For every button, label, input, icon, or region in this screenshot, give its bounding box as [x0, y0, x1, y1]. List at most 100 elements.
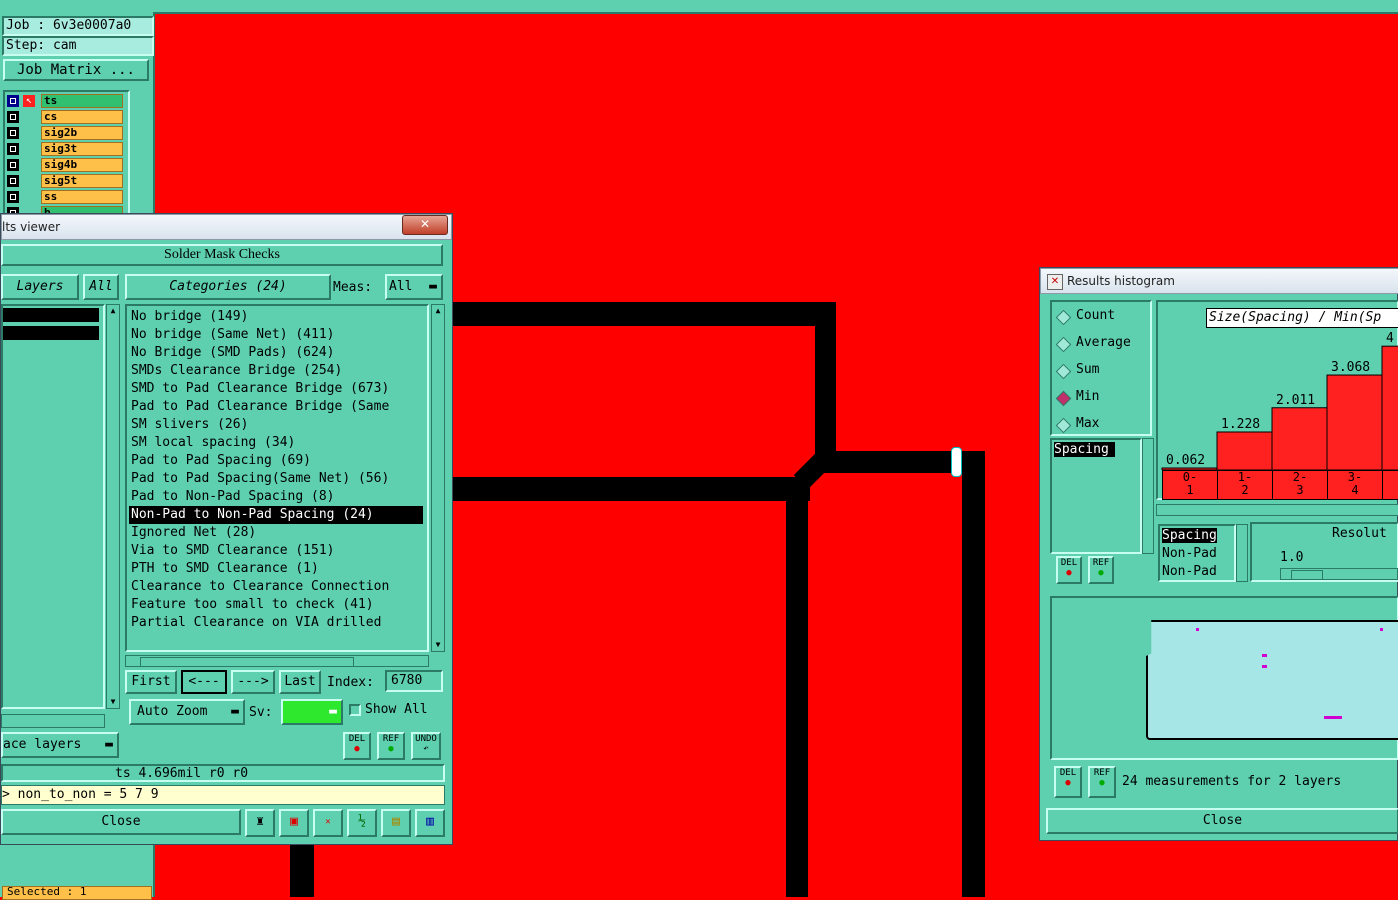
radio-icon[interactable] — [1055, 336, 1072, 353]
auto-zoom-dropdown[interactable]: Auto Zoom ▬ — [129, 699, 245, 725]
scroll-down-icon[interactable]: ▼ — [433, 640, 443, 650]
category-item[interactable]: Pad to Pad Clearance Bridge (Same — [131, 398, 389, 416]
mode-option-max[interactable]: Max — [1055, 416, 1148, 434]
meas-dropdown[interactable]: All ▬ — [385, 274, 443, 300]
category-item[interactable]: Ignored Net (28) — [131, 524, 256, 542]
layer-row-sig4b[interactable]: sig4b — [7, 158, 125, 173]
category-item[interactable]: Pad to Pad Spacing(Same Net) (56) — [131, 470, 389, 488]
categories-hscrollbar[interactable] — [125, 655, 429, 667]
layer-row-ts[interactable]: ↖ ts — [7, 94, 125, 109]
layers-hscrollbar[interactable] — [1, 714, 105, 728]
report-icon[interactable]: ▣ — [279, 809, 309, 837]
category-item[interactable]: No Bridge (SMD Pads) (624) — [131, 344, 335, 362]
layer-row-ss[interactable]: ss — [7, 190, 125, 205]
error-marker[interactable] — [1262, 654, 1264, 668]
show-all-checkbox[interactable] — [349, 704, 361, 716]
category-item[interactable]: SMDs Clearance Bridge (254) — [131, 362, 342, 380]
notes-icon[interactable]: ▤ — [381, 809, 411, 837]
radio-icon[interactable] — [1055, 390, 1072, 407]
layer-row-sig5t[interactable]: sig5t — [7, 174, 125, 189]
numbered-icon[interactable]: ½ — [347, 809, 377, 837]
ref-button[interactable]: REF ● — [377, 732, 405, 760]
category-item[interactable]: Clearance to Clearance Connection — [131, 578, 389, 596]
radio-icon[interactable] — [1055, 417, 1072, 434]
parameter-list[interactable]: Spacing Non-Pad Non-Pad — [1158, 524, 1236, 582]
layer-row-sig2b[interactable]: sig2b — [7, 126, 125, 141]
category-item[interactable]: No bridge (149) — [131, 308, 248, 326]
parameter-vscrollbar[interactable] — [1142, 438, 1154, 554]
category-item[interactable]: SM slivers (26) — [131, 416, 248, 434]
hist-del-button[interactable]: DEL ● — [1056, 556, 1082, 584]
del-button[interactable]: DEL ● — [343, 732, 371, 760]
layer-checkbox[interactable] — [7, 175, 19, 187]
scroll-down-icon[interactable]: ▼ — [108, 697, 118, 707]
layer-checkbox[interactable] — [7, 143, 19, 155]
layer-selected-row[interactable] — [3, 308, 99, 322]
hist-ref-button[interactable]: REF ● — [1088, 556, 1114, 584]
histogram-close-button[interactable]: Close — [1046, 808, 1398, 834]
categories-vscrollbar[interactable]: ▲ ▼ — [431, 304, 445, 652]
slider-thumb[interactable] — [1291, 570, 1323, 580]
layers-tab[interactable]: Layers — [1, 274, 79, 300]
category-item[interactable]: Via to SMD Clearance (151) — [131, 542, 335, 560]
layer-checkbox[interactable] — [7, 111, 19, 123]
histogram-icon[interactable]: ▥ — [415, 809, 445, 837]
scroll-up-icon[interactable]: ▲ — [108, 306, 118, 316]
plot-hscrollbar[interactable] — [1156, 504, 1398, 516]
results-viewer-titlebar[interactable]: lts viewer ✕ — [1, 214, 452, 240]
mode-option-sum[interactable]: Sum — [1055, 362, 1148, 380]
histogram-titlebar[interactable]: ✕ Results histogram — [1040, 268, 1398, 294]
hist-del-button-2[interactable]: DEL ● — [1054, 766, 1082, 798]
prev-button[interactable]: <--- — [181, 670, 227, 694]
resolution-slider[interactable] — [1280, 568, 1398, 580]
first-button[interactable]: First — [125, 670, 177, 694]
layers-all-button[interactable]: All — [83, 274, 119, 300]
category-item[interactable]: SMD to Pad Clearance Bridge (673) — [131, 380, 389, 398]
layer-checkbox[interactable] — [7, 191, 19, 203]
close-icon[interactable]: ✕ — [402, 215, 448, 235]
layer-selected-row[interactable] — [3, 326, 99, 340]
drc-marker[interactable] — [951, 447, 962, 477]
undo-button[interactable]: UNDO ↶ — [411, 732, 441, 760]
radio-icon[interactable] — [1055, 363, 1072, 380]
layer-checkbox[interactable] — [7, 95, 19, 107]
category-item[interactable]: PTH to SMD Clearance (1) — [131, 560, 319, 578]
error-marker[interactable] — [1380, 628, 1383, 631]
last-button[interactable]: Last — [279, 670, 321, 694]
sv-color-dropdown[interactable]: ▬ — [281, 699, 343, 725]
layer-row-cs[interactable]: cs — [7, 110, 125, 125]
category-item[interactable]: Feature too small to check (41) — [131, 596, 374, 614]
viewer-close-button[interactable]: Close — [1, 809, 241, 835]
job-matrix-button[interactable]: Job Matrix ... — [3, 59, 149, 81]
index-field[interactable]: 6780 — [385, 670, 443, 692]
category-item[interactable]: Non-Pad to Non-Pad Spacing (24) — [129, 506, 423, 524]
mode-option-count[interactable]: Count — [1055, 308, 1148, 326]
parameter-item[interactable]: Non-Pad — [1162, 564, 1217, 579]
category-item[interactable]: No bridge (Same Net) (411) — [131, 326, 335, 344]
mode-option-min[interactable]: Min — [1055, 389, 1148, 407]
parameter-item[interactable]: Non-Pad — [1162, 546, 1217, 561]
error-marker[interactable] — [1196, 628, 1199, 631]
parameter-item[interactable]: Spacing — [1162, 528, 1217, 543]
hscroll-thumb[interactable] — [140, 657, 354, 667]
command-line[interactable]: > non_to_non = 5 7 9 — [1, 785, 445, 805]
workspace-layers-dropdown[interactable]: ace layers ▬ — [1, 732, 119, 758]
mode-option-average[interactable]: Average — [1055, 335, 1148, 353]
layers-vscrollbar[interactable]: ▲ ▼ — [106, 304, 120, 709]
layer-checkbox[interactable] — [7, 159, 19, 171]
probe-icon[interactable]: ♜ — [245, 809, 275, 837]
layer-row-sig3t[interactable]: sig3t — [7, 142, 125, 157]
error-marker[interactable] — [1324, 716, 1342, 719]
category-item[interactable]: Pad to Pad Spacing (69) — [131, 452, 311, 470]
ref-clear-icon[interactable]: ✕ — [313, 809, 343, 837]
parameter-list-scrollbar[interactable] — [1236, 524, 1248, 582]
parameter-selected[interactable]: Spacing — [1054, 442, 1115, 457]
layer-checkbox[interactable] — [7, 127, 19, 139]
category-item[interactable]: Pad to Non-Pad Spacing (8) — [131, 488, 335, 506]
parameter-list-top[interactable]: Spacing — [1050, 438, 1142, 554]
categories-tab[interactable]: Categories (24) — [125, 274, 331, 300]
categories-list[interactable]: No bridge (149) No bridge (Same Net) (411… — [125, 304, 429, 652]
scroll-up-icon[interactable]: ▲ — [433, 306, 443, 316]
radio-icon[interactable] — [1055, 309, 1072, 326]
hist-ref-button-2[interactable]: REF ● — [1088, 766, 1116, 798]
